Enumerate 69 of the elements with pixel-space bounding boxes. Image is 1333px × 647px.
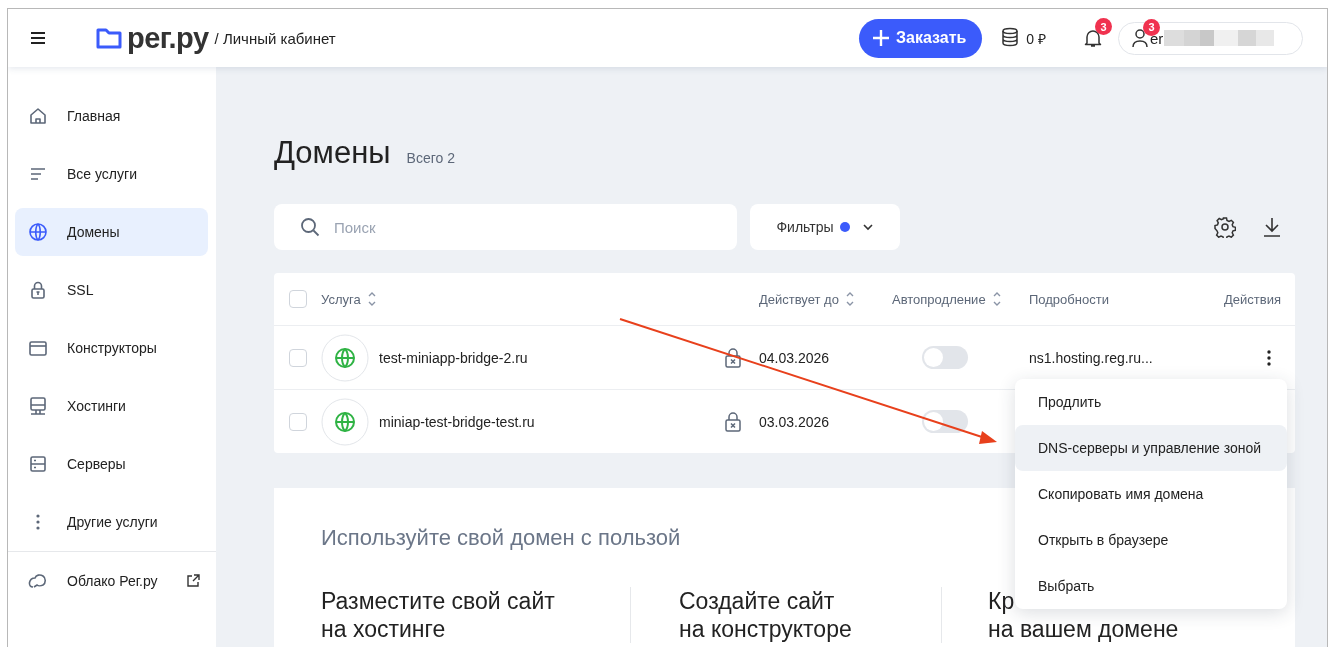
- details-text: ns1.hosting.reg.ru...: [1029, 349, 1153, 366]
- user-icon: [1131, 28, 1149, 48]
- balance[interactable]: 0 ₽: [1026, 28, 1046, 48]
- home-icon: [28, 106, 48, 126]
- promo-heading[interactable]: Создайте сайт на конструкторе: [679, 587, 941, 643]
- sort-icon[interactable]: [991, 291, 1002, 307]
- account-badge: 3: [1143, 18, 1160, 36]
- promo-heading[interactable]: Разместите свой сайт на хостинге: [321, 587, 630, 643]
- brand-name[interactable]: рег.ру: [127, 21, 209, 55]
- menu-item[interactable]: Открыть в браузере: [1015, 517, 1287, 563]
- menu-item[interactable]: DNS-серверы и управление зоной: [1015, 425, 1287, 471]
- plus-icon: [871, 29, 890, 47]
- sort-icon[interactable]: [844, 291, 855, 307]
- menu-item[interactable]: Продлить: [1015, 379, 1287, 425]
- lock-icon: [725, 347, 741, 368]
- column-header: Действия: [1224, 291, 1281, 307]
- expiry-date: 03.03.2026: [759, 413, 830, 430]
- more-icon[interactable]: [1267, 349, 1271, 366]
- menu-item[interactable]: Выбрать: [1015, 563, 1287, 609]
- coins-icon[interactable]: [1000, 27, 1021, 49]
- window-icon: [28, 338, 48, 358]
- sidebar-item[interactable]: Главная: [15, 92, 208, 140]
- autorenew-toggle[interactable]: [922, 410, 968, 433]
- globe-icon: [321, 333, 369, 382]
- menu-item[interactable]: Скопировать имя домена: [1015, 471, 1287, 517]
- domain-name[interactable]: test-miniapp-bridge-2.ru: [379, 349, 528, 366]
- sidebar-item[interactable]: Серверы: [15, 440, 208, 488]
- lock-icon: [28, 280, 48, 300]
- sort-icon[interactable]: [366, 291, 377, 307]
- chevron-down-icon: [861, 223, 874, 231]
- cloud-link[interactable]: Облако Рег.ру: [15, 557, 208, 605]
- column-header[interactable]: Автопродление: [892, 291, 986, 307]
- expiry-date: 04.03.2026: [759, 349, 830, 366]
- notification-badge: 3: [1095, 18, 1112, 35]
- lock-icon: [725, 411, 741, 432]
- bell-icon[interactable]: [1084, 28, 1102, 48]
- menu-icon[interactable]: [30, 32, 46, 44]
- globe-icon: [321, 397, 369, 446]
- breadcrumb: / Личный кабинет: [214, 29, 336, 47]
- select-all-checkbox[interactable]: [289, 290, 307, 308]
- cloud-icon: [28, 571, 48, 591]
- download-icon[interactable]: [1263, 217, 1281, 237]
- total-count: Всего 2: [406, 150, 455, 166]
- sidebar-item[interactable]: SSL: [15, 266, 208, 314]
- page-title: Домены: [274, 134, 391, 172]
- settings-icon[interactable]: [1214, 216, 1236, 238]
- server-icon: [28, 454, 48, 474]
- more-icon: [36, 514, 40, 530]
- order-button[interactable]: Заказать: [858, 18, 983, 58]
- autorenew-toggle[interactable]: [922, 346, 968, 369]
- sidebar-item[interactable]: Домены: [15, 208, 208, 256]
- external-link-icon: [186, 574, 200, 588]
- row-checkbox[interactable]: [289, 348, 307, 367]
- sidebar-item[interactable]: Все услуги: [15, 150, 208, 198]
- row-checkbox[interactable]: [289, 412, 307, 431]
- sidebar-item[interactable]: Конструкторы: [15, 324, 208, 372]
- column-header[interactable]: Действует до: [759, 291, 839, 307]
- search-icon: [300, 217, 320, 237]
- sidebar-item[interactable]: Хостинги: [15, 382, 208, 430]
- monitor-icon: [28, 396, 48, 416]
- column-header: Подробности: [1029, 291, 1109, 307]
- column-header[interactable]: Услуга: [321, 291, 361, 307]
- globe-icon: [28, 222, 48, 242]
- search-field[interactable]: Поиск: [274, 204, 737, 250]
- filter-button[interactable]: Фильтры: [750, 204, 900, 250]
- promo-title: Используйте свой домен с пользой: [321, 524, 681, 552]
- sidebar-item[interactable]: Другие услуги: [15, 498, 208, 546]
- domain-name[interactable]: miniap-test-bridge-test.ru: [379, 413, 535, 430]
- folder-icon[interactable]: [96, 27, 122, 49]
